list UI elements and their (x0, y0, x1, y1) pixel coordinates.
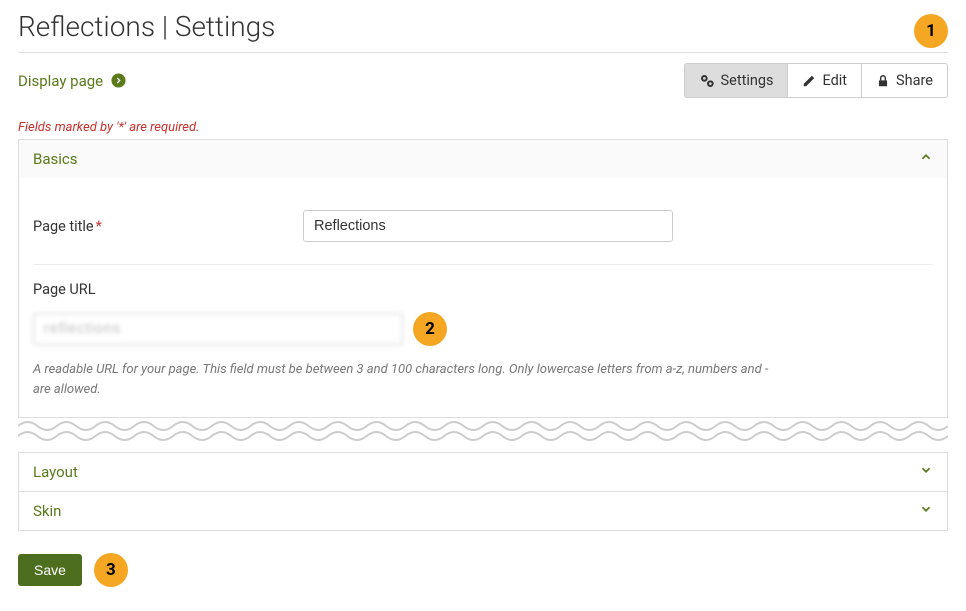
panel-basics-header[interactable]: Basics (19, 140, 947, 178)
tab-settings[interactable]: Settings (685, 64, 789, 97)
page-title-input[interactable] (303, 210, 673, 242)
display-page-label: Display page (18, 72, 103, 90)
panel-basics: Basics Page title* Page URL 2 A readable… (18, 139, 948, 418)
page-url-input[interactable] (33, 313, 403, 345)
page-url-label: Page URL (33, 281, 933, 298)
panel-layout-header[interactable]: Layout (19, 453, 947, 491)
wave-cut-decoration (18, 416, 948, 446)
page-url-help: A readable URL for your page. This field… (33, 360, 773, 399)
tab-share[interactable]: Share (862, 64, 947, 97)
callout-2: 2 (413, 312, 447, 346)
panel-skin-title: Skin (33, 502, 61, 520)
required-note: Fields marked by '*' are required. (18, 120, 948, 135)
page-title: Reflections | Settings (18, 10, 275, 43)
required-star: * (96, 218, 102, 235)
panel-layout-title: Layout (33, 463, 78, 481)
save-button[interactable]: Save (18, 554, 82, 586)
tab-share-label: Share (896, 72, 933, 89)
panel-basics-title: Basics (33, 150, 78, 168)
pencil-icon (802, 74, 816, 88)
gears-icon (699, 73, 715, 89)
panel-skin: Skin (18, 492, 948, 531)
chevron-down-icon (919, 502, 933, 520)
tabs: Settings Edit Share (684, 63, 948, 98)
page-title-label: Page title* (33, 218, 293, 235)
callout-1: 1 (914, 14, 948, 48)
display-page-link[interactable]: Display page (18, 72, 126, 90)
arrow-right-circle-icon (111, 73, 126, 88)
panel-skin-header[interactable]: Skin (19, 492, 947, 530)
chevron-down-icon (919, 463, 933, 481)
panel-layout: Layout (18, 452, 948, 492)
tab-settings-label: Settings (721, 72, 774, 89)
tab-edit[interactable]: Edit (788, 64, 862, 97)
tab-edit-label: Edit (822, 72, 847, 89)
callout-3: 3 (94, 553, 128, 587)
lock-icon (876, 74, 890, 88)
chevron-up-icon (919, 150, 933, 168)
